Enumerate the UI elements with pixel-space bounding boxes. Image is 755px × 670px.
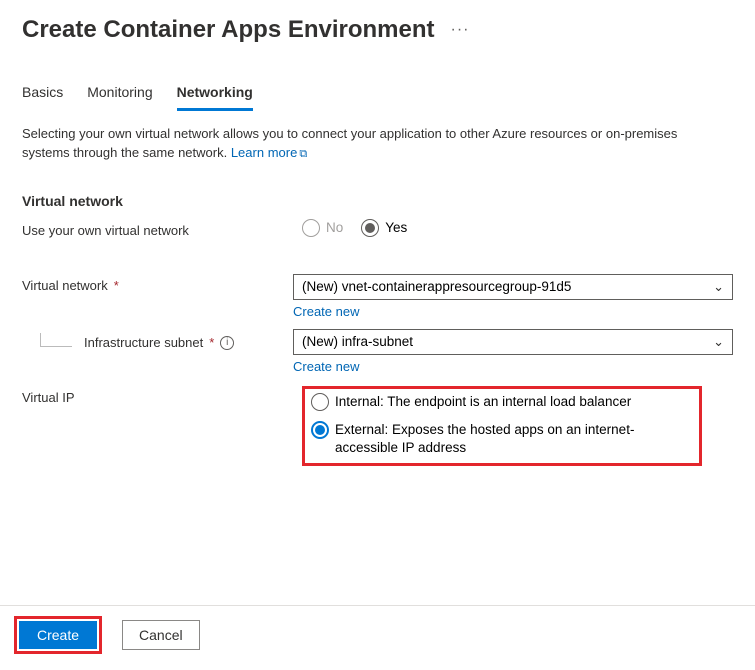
- radio-use-own-vnet-no[interactable]: No: [302, 219, 343, 237]
- more-menu-icon[interactable]: ···: [451, 21, 470, 39]
- highlight-create-button: Create: [14, 616, 102, 654]
- link-create-new-subnet[interactable]: Create new: [293, 359, 359, 374]
- section-virtual-network: Virtual network: [22, 193, 733, 209]
- label-infra-subnet: Infrastructure subnet * i: [22, 329, 293, 353]
- radio-label-yes: Yes: [385, 220, 407, 235]
- create-button[interactable]: Create: [19, 621, 97, 649]
- learn-more-link[interactable]: Learn more⧉: [231, 145, 307, 160]
- cancel-button[interactable]: Cancel: [122, 620, 200, 650]
- radio-use-own-vnet-yes[interactable]: Yes: [361, 219, 407, 237]
- external-link-icon: ⧉: [299, 148, 307, 160]
- tab-networking[interactable]: Networking: [177, 84, 253, 111]
- tabs-bar: Basics Monitoring Networking: [22, 84, 733, 111]
- tab-monitoring[interactable]: Monitoring: [87, 84, 152, 111]
- select-infra-subnet-value: (New) infra-subnet: [302, 334, 413, 349]
- footer-bar: Create Cancel: [0, 605, 755, 664]
- radio-label-internal: Internal: The endpoint is an internal lo…: [335, 393, 631, 411]
- page-title: Create Container Apps Environment: [22, 16, 435, 44]
- select-infra-subnet[interactable]: (New) infra-subnet ⌄: [293, 329, 733, 355]
- select-virtual-network[interactable]: (New) vnet-containerappresourcegroup-91d…: [293, 274, 733, 300]
- radio-label-no: No: [326, 220, 343, 235]
- info-icon[interactable]: i: [220, 336, 234, 350]
- radio-virtual-ip-internal[interactable]: Internal: The endpoint is an internal lo…: [311, 393, 693, 411]
- radio-label-external: External: Exposes the hosted apps on an …: [335, 421, 665, 457]
- chevron-down-icon: ⌄: [713, 334, 724, 350]
- label-virtual-ip: Virtual IP: [22, 386, 302, 405]
- label-use-own-vnet: Use your own virtual network: [22, 219, 302, 238]
- highlight-virtual-ip: Internal: The endpoint is an internal lo…: [302, 386, 702, 467]
- tab-basics[interactable]: Basics: [22, 84, 63, 111]
- link-create-new-vnet[interactable]: Create new: [293, 304, 359, 319]
- tab-description: Selecting your own virtual network allow…: [22, 125, 722, 163]
- label-virtual-network: Virtual network*: [22, 274, 293, 293]
- select-virtual-network-value: (New) vnet-containerappresourcegroup-91d…: [302, 279, 571, 294]
- chevron-down-icon: ⌄: [713, 279, 724, 295]
- radio-virtual-ip-external[interactable]: External: Exposes the hosted apps on an …: [311, 421, 693, 457]
